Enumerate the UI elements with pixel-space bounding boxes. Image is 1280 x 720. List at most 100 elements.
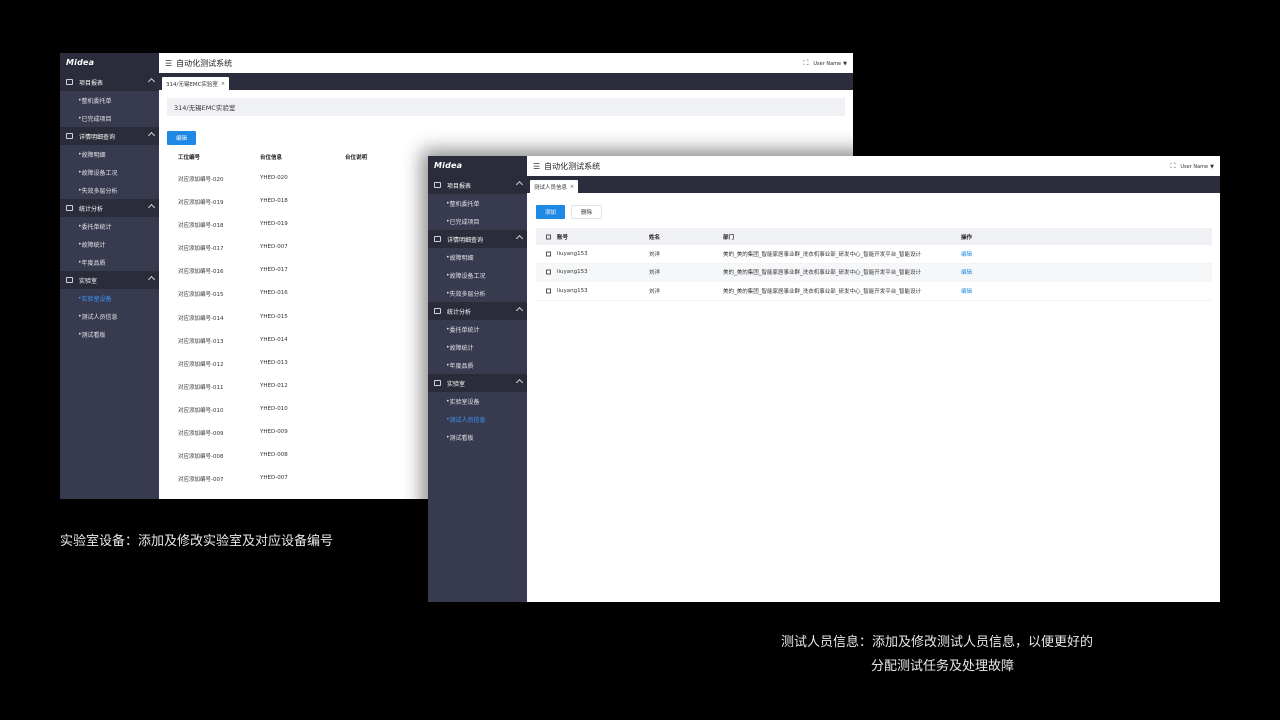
- tab-tester-info[interactable]: 测试人员信息 ×: [530, 180, 579, 193]
- sidebar-item[interactable]: • 测试人员信息: [60, 307, 159, 325]
- sidebar: Midea 项目报表 • 整机委托单 • 已完成项目 详情明细查询 • 故障明细 • 故障…: [428, 156, 527, 602]
- cell-station-info: YHED-020: [260, 175, 288, 181]
- sidebar-item[interactable]: • 故障设备工况: [60, 163, 159, 181]
- sidebar-group[interactable]: 详情明细查询: [60, 127, 159, 145]
- sidebar-group[interactable]: 统计分析: [60, 199, 159, 217]
- sidebar-item[interactable]: • 故障明细: [428, 248, 527, 266]
- sidebar-item[interactable]: • 已完成项目: [428, 212, 527, 230]
- chevron-up-icon[interactable]: [515, 306, 524, 315]
- topbar: ☰ 自动化测试系统 ⛶ User Name ▼: [159, 53, 853, 73]
- sidebar-item[interactable]: • 故障统计: [428, 338, 527, 356]
- chevron-up-icon[interactable]: [515, 378, 524, 387]
- cell-station-no: 对应添加编号-009: [178, 431, 224, 438]
- cell-station-info: YHED-016: [260, 290, 288, 297]
- menu-icon[interactable]: ☰: [533, 162, 540, 171]
- close-icon[interactable]: ×: [221, 81, 225, 87]
- caret-down-icon[interactable]: ▼: [843, 61, 847, 67]
- tab-bar: 314/无锡EMC实验室 ×: [159, 73, 853, 90]
- chevron-up-icon[interactable]: [147, 77, 156, 86]
- sidebar-item[interactable]: • 年度品质: [428, 356, 527, 374]
- caret-down-icon[interactable]: ▼: [1210, 164, 1214, 170]
- sidebar-group[interactable]: 项目报表: [60, 73, 159, 91]
- edit-link[interactable]: 编辑: [961, 268, 972, 276]
- fullscreen-icon[interactable]: ⛶: [1170, 162, 1175, 171]
- chevron-up-icon[interactable]: [515, 234, 524, 243]
- sidebar-item-label: 测试人员信息: [449, 416, 486, 424]
- edit-link[interactable]: 编辑: [961, 250, 972, 258]
- sidebar-item-label: 已完成项目: [81, 115, 112, 123]
- cell-station-info: YHED-010: [260, 405, 288, 412]
- cell-station-no: 对应添加编号-013: [178, 338, 224, 345]
- sidebar-item-label: 故障设备工况: [81, 169, 118, 177]
- sidebar-group[interactable]: 实验室: [60, 271, 159, 289]
- sidebar-item[interactable]: • 测试人员信息: [428, 410, 527, 428]
- sidebar-item[interactable]: • 实验室设备: [428, 392, 527, 410]
- cell-station-no: 对应添加编号-016: [178, 269, 224, 276]
- close-icon[interactable]: ×: [570, 184, 574, 190]
- row-checkbox[interactable]: [546, 269, 551, 275]
- sidebar-item[interactable]: • 测试看板: [60, 325, 159, 343]
- col-station-desc[interactable]: 台位说明: [345, 153, 367, 161]
- cell-dept: 美的_美的集团_智能家居事业群_洗衣机事业部_研发中心_智能开发平台_智能设计: [723, 288, 922, 295]
- chevron-up-icon[interactable]: [147, 131, 156, 140]
- sidebar-group[interactable]: 项目报表: [428, 176, 527, 194]
- sidebar-item[interactable]: • 测试看板: [428, 428, 527, 446]
- cell-dept: 美的_美的集团_智能家居事业群_洗衣机事业部_研发中心_智能开发平台_智能设计: [723, 251, 922, 258]
- table-row[interactable]: liuyang153 刘洋 美的_美的集团_智能家居事业群_洗衣机事业部_研发中心_…: [536, 245, 1212, 264]
- sidebar-item-label: 委托单统计: [81, 223, 112, 231]
- group-icon: [66, 205, 73, 211]
- menu-icon[interactable]: ☰: [165, 59, 172, 68]
- sidebar-item-label: 故障统计: [449, 344, 474, 352]
- col-account: 账号: [557, 234, 569, 241]
- chevron-up-icon[interactable]: [515, 180, 524, 189]
- sidebar-group-label: 详情明细查询: [447, 236, 484, 244]
- sidebar-item[interactable]: • 实验室设备: [60, 289, 159, 307]
- cell-station-info: YHED-008: [260, 452, 288, 459]
- sidebar-item[interactable]: • 整机委托单: [60, 91, 159, 109]
- stage: Midea 项目报表 • 整机委托单 • 已完成项目 详情明细查询 • 故障明细 • 故障…: [0, 0, 1280, 720]
- user-name[interactable]: User Name: [1180, 164, 1208, 170]
- group-icon: [66, 277, 73, 283]
- chevron-up-icon[interactable]: [147, 203, 156, 212]
- row-checkbox[interactable]: [546, 288, 551, 294]
- sidebar-item[interactable]: • 失效多层分析: [60, 181, 159, 199]
- cell-station-no: 对应添加编号-014: [178, 315, 224, 322]
- topbar: ☰ 自动化测试系统 ⛶ User Name ▼: [527, 156, 1220, 176]
- sidebar-group-label: 项目报表: [447, 182, 472, 190]
- tester-info-window: Midea 项目报表 • 整机委托单 • 已完成项目 详情明细查询 • 故障明细 • 故障…: [428, 156, 1220, 602]
- cell-station-no: 对应添加编号-007: [178, 477, 224, 484]
- col-station-no[interactable]: 工位编号: [178, 153, 200, 161]
- caption-right-line1: 测试人员信息：添加及修改测试人员信息，以便更好的: [781, 635, 1094, 650]
- sidebar-item[interactable]: • 已完成项目: [60, 109, 159, 127]
- col-action: 操作: [961, 234, 973, 241]
- sidebar-group[interactable]: 实验室: [428, 374, 527, 392]
- table-row[interactable]: liuyang153 刘洋 美的_美的集团_智能家居事业群_洗衣机事业部_研发中心_…: [536, 263, 1212, 282]
- table-row[interactable]: liuyang153 刘洋 美的_美的集团_智能家居事业群_洗衣机事业部_研发中心_…: [536, 282, 1212, 301]
- edit-button[interactable]: 编辑: [167, 131, 197, 145]
- sidebar-item[interactable]: • 委托单统计: [428, 320, 527, 338]
- edit-link[interactable]: 编辑: [961, 287, 972, 295]
- fullscreen-icon[interactable]: ⛶: [803, 59, 808, 68]
- sidebar-item[interactable]: • 故障设备工况: [428, 266, 527, 284]
- col-station-info[interactable]: 台位信息: [260, 153, 282, 161]
- select-all-checkbox[interactable]: [546, 234, 551, 239]
- sidebar-group[interactable]: 统计分析: [428, 302, 527, 320]
- user-name[interactable]: User Name: [813, 61, 841, 67]
- sidebar-item[interactable]: • 委托单统计: [60, 217, 159, 235]
- sidebar-item-label: 失效多层分析: [449, 290, 486, 298]
- sidebar-item[interactable]: • 整机委托单: [428, 194, 527, 212]
- chevron-up-icon[interactable]: [147, 275, 156, 284]
- col-name: 姓名: [649, 234, 661, 241]
- sidebar-item[interactable]: • 失效多层分析: [428, 284, 527, 302]
- user-area: ⛶ User Name ▼: [1170, 162, 1214, 171]
- add-button[interactable]: 添加: [536, 205, 566, 219]
- delete-button[interactable]: 删除: [571, 205, 603, 219]
- row-checkbox[interactable]: [546, 251, 551, 257]
- cell-station-info: YHED-019: [260, 221, 288, 228]
- sidebar-group[interactable]: 详情明细查询: [428, 230, 527, 248]
- sidebar-group-label: 项目报表: [79, 79, 104, 87]
- sidebar-item[interactable]: • 年度品质: [60, 253, 159, 271]
- tab-lab[interactable]: 314/无锡EMC实验室 ×: [162, 77, 230, 90]
- sidebar-item[interactable]: • 故障统计: [60, 235, 159, 253]
- sidebar-item[interactable]: • 故障明细: [60, 145, 159, 163]
